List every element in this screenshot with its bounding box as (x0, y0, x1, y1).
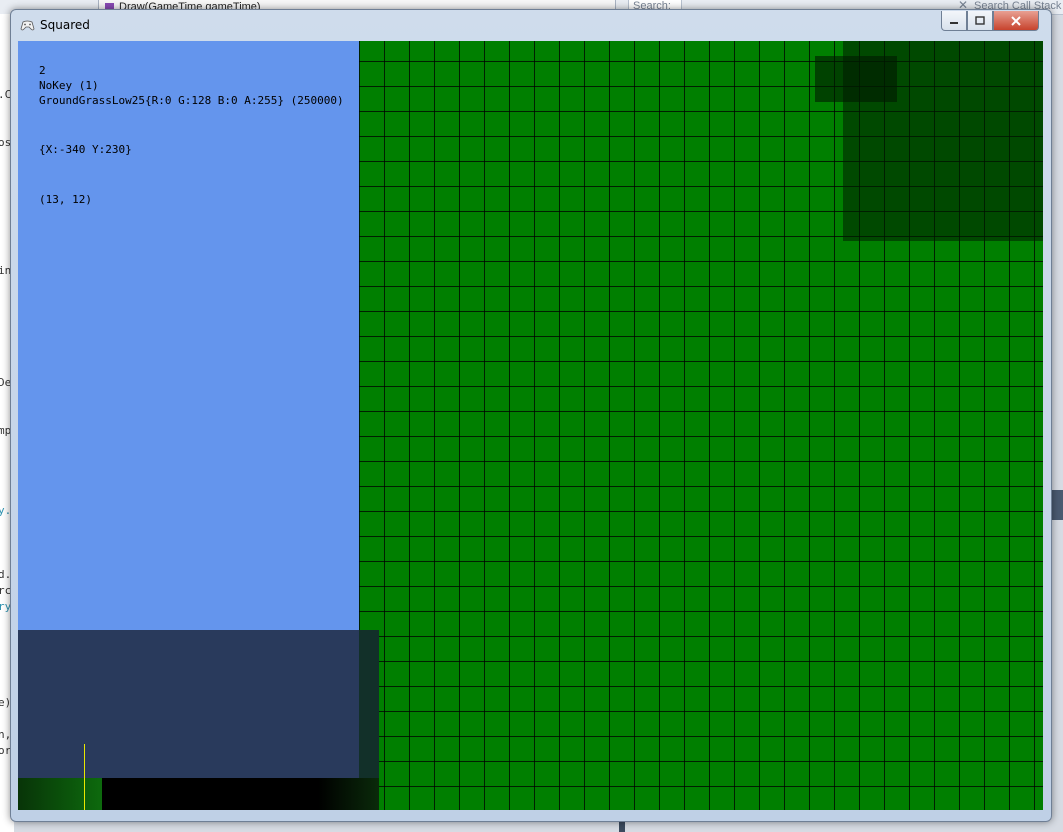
gamepad-icon (20, 20, 35, 31)
cursor-marker (84, 744, 85, 810)
close-icon (1011, 15, 1021, 26)
debug-position: {X:-340 Y:230} (39, 143, 132, 156)
minimap-terrain (18, 778, 102, 810)
selection-overlay (815, 56, 897, 102)
maximize-icon (975, 16, 985, 25)
debug-key-state: NoKey (1) (39, 79, 99, 92)
minimap-fade (318, 778, 379, 810)
maximize-button[interactable] (967, 11, 993, 31)
game-viewport[interactable]: 2 NoKey (1) GroundGrassLow25{R:0 G:128 B… (18, 41, 1043, 810)
debug-tile-coords: (13, 12) (39, 193, 92, 206)
debug-tile-type: GroundGrassLow25{R:0 G:128 B:0 A:255} (2… (39, 94, 344, 107)
debug-panel: 2 NoKey (1) GroundGrassLow25{R:0 G:128 B… (18, 41, 359, 630)
debug-line-count: 2 (39, 64, 46, 77)
window-title: Squared (40, 18, 90, 32)
title-bar[interactable]: Squared (11, 10, 1051, 41)
game-window: Squared 2 NoKey (1) GroundGrassLow25{R:0… (10, 9, 1052, 822)
minimize-icon (950, 21, 958, 24)
close-button[interactable] (993, 11, 1039, 31)
minimize-button[interactable] (941, 11, 967, 31)
